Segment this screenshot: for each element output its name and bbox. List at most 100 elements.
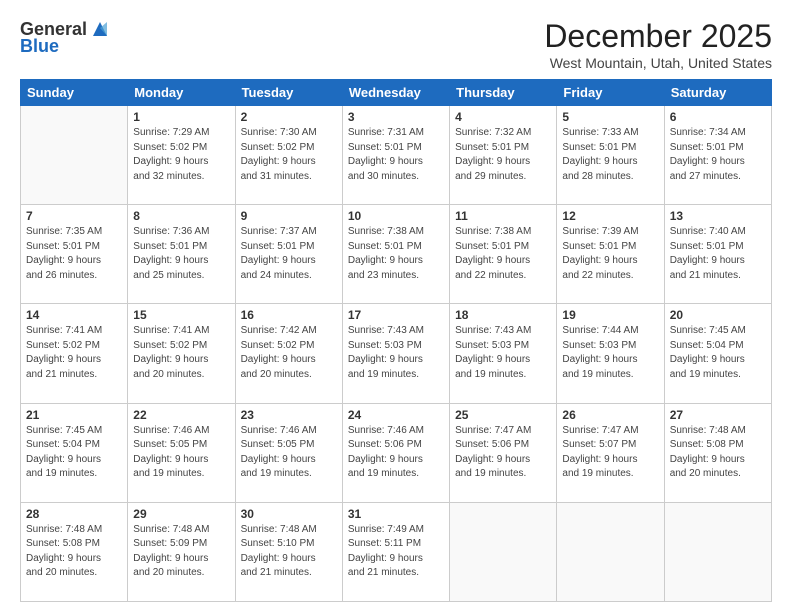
day-number: 1 bbox=[133, 110, 229, 124]
day-info: Sunrise: 7:48 AMSunset: 5:08 PMDaylight:… bbox=[670, 424, 766, 482]
calendar-cell: 18 Sunrise: 7:43 AMSunset: 5:03 PMDayligh… bbox=[450, 304, 557, 403]
day-info: Sunrise: 7:36 AMSunset: 5:01 PMDaylight:… bbox=[133, 225, 229, 283]
day-info: Sunrise: 7:33 AMSunset: 5:01 PMDaylight:… bbox=[562, 126, 658, 184]
day-number: 22 bbox=[133, 408, 229, 422]
calendar-cell: 12Sunrise: 7:39 AMSunset: 5:01 PMDayligh… bbox=[557, 205, 664, 304]
calendar-cell: 23 Sunrise: 7:46 AMSunset: 5:05 PMDayligh… bbox=[235, 403, 342, 502]
calendar-cell: 27 Sunrise: 7:48 AMSunset: 5:08 PMDayligh… bbox=[664, 403, 771, 502]
day-info: Sunrise: 7:46 AMSunset: 5:05 PMDaylight:… bbox=[133, 424, 229, 482]
col-wednesday: Wednesday bbox=[342, 80, 449, 106]
calendar-cell: 6Sunrise: 7:34 AMSunset: 5:01 PMDaylight… bbox=[664, 106, 771, 205]
calendar-cell: 16 Sunrise: 7:42 AMSunset: 5:02 PMDayligh… bbox=[235, 304, 342, 403]
day-number: 15 bbox=[133, 308, 229, 322]
day-number: 29 bbox=[133, 507, 229, 521]
calendar-cell: 1 Sunrise: 7:29 AMSunset: 5:02 PMDaylight… bbox=[128, 106, 235, 205]
day-number: 18 bbox=[455, 308, 551, 322]
day-info: Sunrise: 7:35 AMSunset: 5:01 PMDaylight:… bbox=[26, 225, 122, 283]
day-number: 11 bbox=[455, 209, 551, 223]
calendar-table: Sunday Monday Tuesday Wednesday Thursday… bbox=[20, 79, 772, 602]
calendar-cell: 31Sunrise: 7:49 AMSunset: 5:11 PMDayligh… bbox=[342, 502, 449, 601]
day-info: Sunrise: 7:41 AMSunset: 5:02 PMDaylight:… bbox=[26, 324, 122, 382]
calendar-cell bbox=[557, 502, 664, 601]
calendar-cell: 10 Sunrise: 7:38 AMSunset: 5:01 PMDayligh… bbox=[342, 205, 449, 304]
day-info: Sunrise: 7:44 AMSunset: 5:03 PMDaylight:… bbox=[562, 324, 658, 382]
calendar-cell: 15 Sunrise: 7:41 AMSunset: 5:02 PMDayligh… bbox=[128, 304, 235, 403]
calendar-cell: 28 Sunrise: 7:48 AMSunset: 5:08 PMDayligh… bbox=[21, 502, 128, 601]
header: General Blue December 2025 West Mountain… bbox=[20, 18, 772, 71]
day-info: Sunrise: 7:38 AMSunset: 5:01 PMDaylight:… bbox=[348, 225, 444, 283]
week-row-5: 28 Sunrise: 7:48 AMSunset: 5:08 PMDayligh… bbox=[21, 502, 772, 601]
calendar-cell: 21Sunrise: 7:45 AMSunset: 5:04 PMDayligh… bbox=[21, 403, 128, 502]
col-sunday: Sunday bbox=[21, 80, 128, 106]
day-info: Sunrise: 7:45 AMSunset: 5:04 PMDaylight:… bbox=[670, 324, 766, 382]
calendar-cell: 30Sunrise: 7:48 AMSunset: 5:10 PMDayligh… bbox=[235, 502, 342, 601]
day-info: Sunrise: 7:37 AMSunset: 5:01 PMDaylight:… bbox=[241, 225, 337, 283]
calendar-cell: 9 Sunrise: 7:37 AMSunset: 5:01 PMDaylight… bbox=[235, 205, 342, 304]
day-number: 17 bbox=[348, 308, 444, 322]
calendar-cell: 7Sunrise: 7:35 AMSunset: 5:01 PMDaylight… bbox=[21, 205, 128, 304]
calendar-cell: 2 Sunrise: 7:30 AMSunset: 5:02 PMDaylight… bbox=[235, 106, 342, 205]
week-row-1: 1 Sunrise: 7:29 AMSunset: 5:02 PMDaylight… bbox=[21, 106, 772, 205]
day-info: Sunrise: 7:29 AMSunset: 5:02 PMDaylight:… bbox=[133, 126, 229, 184]
day-number: 19 bbox=[562, 308, 658, 322]
day-number: 24 bbox=[348, 408, 444, 422]
col-tuesday: Tuesday bbox=[235, 80, 342, 106]
day-number: 23 bbox=[241, 408, 337, 422]
day-info: Sunrise: 7:39 AMSunset: 5:01 PMDaylight:… bbox=[562, 225, 658, 283]
day-info: Sunrise: 7:31 AMSunset: 5:01 PMDaylight:… bbox=[348, 126, 444, 184]
week-row-4: 21Sunrise: 7:45 AMSunset: 5:04 PMDayligh… bbox=[21, 403, 772, 502]
col-saturday: Saturday bbox=[664, 80, 771, 106]
page: General Blue December 2025 West Mountain… bbox=[0, 0, 792, 612]
day-number: 3 bbox=[348, 110, 444, 124]
day-info: Sunrise: 7:45 AMSunset: 5:04 PMDaylight:… bbox=[26, 424, 122, 482]
day-info: Sunrise: 7:48 AMSunset: 5:09 PMDaylight:… bbox=[133, 523, 229, 581]
day-info: Sunrise: 7:30 AMSunset: 5:02 PMDaylight:… bbox=[241, 126, 337, 184]
col-thursday: Thursday bbox=[450, 80, 557, 106]
day-number: 27 bbox=[670, 408, 766, 422]
day-number: 28 bbox=[26, 507, 122, 521]
day-number: 9 bbox=[241, 209, 337, 223]
day-number: 10 bbox=[348, 209, 444, 223]
day-number: 8 bbox=[133, 209, 229, 223]
day-info: Sunrise: 7:42 AMSunset: 5:02 PMDaylight:… bbox=[241, 324, 337, 382]
logo-icon bbox=[89, 18, 111, 40]
calendar-cell: 13 Sunrise: 7:40 AMSunset: 5:01 PMDayligh… bbox=[664, 205, 771, 304]
calendar-cell: 26 Sunrise: 7:47 AMSunset: 5:07 PMDayligh… bbox=[557, 403, 664, 502]
day-info: Sunrise: 7:47 AMSunset: 5:07 PMDaylight:… bbox=[562, 424, 658, 482]
day-info: Sunrise: 7:43 AMSunset: 5:03 PMDaylight:… bbox=[455, 324, 551, 382]
day-info: Sunrise: 7:34 AMSunset: 5:01 PMDaylight:… bbox=[670, 126, 766, 184]
day-info: Sunrise: 7:48 AMSunset: 5:08 PMDaylight:… bbox=[26, 523, 122, 581]
logo-text: General Blue bbox=[20, 18, 113, 57]
day-number: 13 bbox=[670, 209, 766, 223]
day-number: 4 bbox=[455, 110, 551, 124]
day-number: 14 bbox=[26, 308, 122, 322]
day-number: 30 bbox=[241, 507, 337, 521]
day-info: Sunrise: 7:38 AMSunset: 5:01 PMDaylight:… bbox=[455, 225, 551, 283]
day-number: 16 bbox=[241, 308, 337, 322]
calendar-cell: 20 Sunrise: 7:45 AMSunset: 5:04 PMDayligh… bbox=[664, 304, 771, 403]
day-info: Sunrise: 7:49 AMSunset: 5:11 PMDaylight:… bbox=[348, 523, 444, 581]
calendar-cell: 22 Sunrise: 7:46 AMSunset: 5:05 PMDayligh… bbox=[128, 403, 235, 502]
calendar-cell: 25Sunrise: 7:47 AMSunset: 5:06 PMDayligh… bbox=[450, 403, 557, 502]
day-number: 26 bbox=[562, 408, 658, 422]
day-info: Sunrise: 7:46 AMSunset: 5:06 PMDaylight:… bbox=[348, 424, 444, 482]
col-monday: Monday bbox=[128, 80, 235, 106]
calendar-cell: 3 Sunrise: 7:31 AMSunset: 5:01 PMDaylight… bbox=[342, 106, 449, 205]
day-info: Sunrise: 7:41 AMSunset: 5:02 PMDaylight:… bbox=[133, 324, 229, 382]
day-number: 2 bbox=[241, 110, 337, 124]
calendar-cell: 24 Sunrise: 7:46 AMSunset: 5:06 PMDayligh… bbox=[342, 403, 449, 502]
calendar-cell bbox=[450, 502, 557, 601]
title-block: December 2025 West Mountain, Utah, Unite… bbox=[544, 18, 772, 71]
location: West Mountain, Utah, United States bbox=[544, 55, 772, 71]
day-info: Sunrise: 7:32 AMSunset: 5:01 PMDaylight:… bbox=[455, 126, 551, 184]
day-number: 20 bbox=[670, 308, 766, 322]
day-info: Sunrise: 7:43 AMSunset: 5:03 PMDaylight:… bbox=[348, 324, 444, 382]
week-row-3: 14 Sunrise: 7:41 AMSunset: 5:02 PMDayligh… bbox=[21, 304, 772, 403]
day-info: Sunrise: 7:47 AMSunset: 5:06 PMDaylight:… bbox=[455, 424, 551, 482]
calendar-cell: 17 Sunrise: 7:43 AMSunset: 5:03 PMDayligh… bbox=[342, 304, 449, 403]
calendar-header-row: Sunday Monday Tuesday Wednesday Thursday… bbox=[21, 80, 772, 106]
day-info: Sunrise: 7:40 AMSunset: 5:01 PMDaylight:… bbox=[670, 225, 766, 283]
day-info: Sunrise: 7:46 AMSunset: 5:05 PMDaylight:… bbox=[241, 424, 337, 482]
month-title: December 2025 bbox=[544, 18, 772, 55]
calendar-cell: 11 Sunrise: 7:38 AMSunset: 5:01 PMDayligh… bbox=[450, 205, 557, 304]
